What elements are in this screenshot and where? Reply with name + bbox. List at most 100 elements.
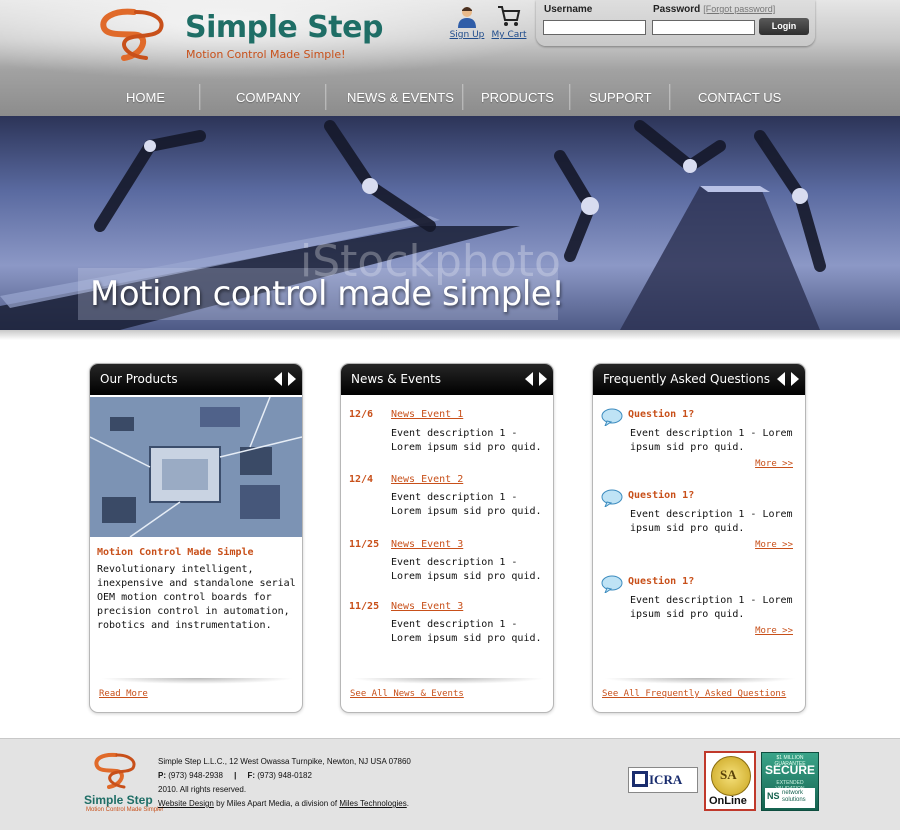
sa-seal-letters: SA: [720, 767, 737, 782]
secure-badge-title: SECURE: [765, 763, 816, 777]
username-label: Username: [544, 4, 593, 15]
nav-item-contact-us[interactable]: CONTACT US: [698, 90, 781, 105]
footer-logo-swirl-icon[interactable]: [90, 751, 142, 791]
faq-box: Frequently Asked Questions Question 1? E…: [592, 363, 806, 713]
ns-logo-text: network solutions: [782, 790, 806, 804]
credits-period: .: [406, 799, 409, 808]
username-input[interactable]: [543, 20, 646, 35]
products-box: Our Products Motion Control Made Simple …: [89, 363, 303, 713]
logo-tagline: Motion Control Made Simple!: [186, 48, 346, 61]
nav-item-home[interactable]: HOME: [126, 90, 165, 105]
news-box-header: News & Events: [341, 364, 553, 395]
faq-more-link[interactable]: More >>: [755, 540, 793, 550]
icra-mark-icon: [632, 771, 648, 787]
fax-label: F:: [247, 771, 256, 780]
news-date: 12/4: [349, 474, 374, 485]
icra-badge[interactable]: ICRA: [628, 767, 698, 793]
arrow-right-icon[interactable]: [791, 372, 799, 386]
sign-up-link[interactable]: Sign Up: [447, 4, 487, 40]
secure-badge[interactable]: $1 MILLION GUARANTEE SECURE EXTENDED VAL…: [761, 752, 819, 811]
miles-technologies-link[interactable]: Miles Technologies: [339, 799, 406, 808]
faq-box-header: Frequently Asked Questions: [593, 364, 805, 395]
ns-text-solutions: solutions: [782, 797, 806, 803]
user-icon: [458, 7, 476, 28]
sign-up-label[interactable]: Sign Up: [447, 30, 487, 40]
footer-address: Simple Step L.L.C., 12 West Owassa Turnp…: [158, 757, 411, 766]
faq-question-link[interactable]: Question 1?: [628, 409, 694, 420]
news-title-link[interactable]: News Event 3: [391, 539, 463, 550]
footer-logo-tagline: Motion Control Made Simple!: [86, 807, 164, 813]
icra-badge-text: ICRA: [649, 772, 683, 787]
nav-item-company[interactable]: COMPANY: [236, 90, 301, 105]
news-date: 12/6: [349, 409, 374, 420]
sa-seal-icon: SA: [711, 756, 751, 796]
faq-question-link[interactable]: Question 1?: [628, 490, 694, 501]
nav-item-news-events[interactable]: NEWS & EVENTS: [347, 90, 454, 105]
fax-number: (973) 948-0182: [257, 771, 312, 780]
faq-description: Event description 1 - Lorem ipsum sid pr…: [630, 428, 793, 453]
speech-bubble-icon: [601, 575, 623, 593]
news-box: News & Events 12/6 News Event 1 Event de…: [340, 363, 554, 713]
faq-question-link[interactable]: Question 1?: [628, 576, 694, 587]
arrow-left-icon[interactable]: [274, 372, 282, 386]
nav-item-support[interactable]: SUPPORT: [589, 90, 652, 105]
footer-credits: Website Design by Miles Apart Media, a d…: [158, 799, 409, 808]
nav-separator: [462, 84, 464, 110]
phone-label: P:: [158, 771, 166, 780]
login-panel: Username Password [Forgot password] Login: [536, 0, 815, 46]
nav-separator: [669, 84, 671, 110]
news-description: Event description 1 - Lorem ipsum sid pr…: [391, 557, 542, 582]
password-input[interactable]: [652, 20, 755, 35]
news-date: 11/25: [349, 601, 380, 612]
contact-separator: |: [234, 771, 237, 780]
design-by-text: by Miles Apart Media, a division of: [216, 799, 338, 808]
news-title-link[interactable]: News Event 3: [391, 601, 463, 612]
news-date: 11/25: [349, 539, 380, 550]
footer-contact: P: (973) 948-2938 | F: (973) 948-0182: [158, 771, 312, 780]
phone-number: (973) 948-2938: [168, 771, 223, 780]
box-divider: [351, 678, 545, 684]
website-design-link[interactable]: Website Design: [158, 799, 214, 808]
arrow-left-icon[interactable]: [777, 372, 785, 386]
speech-bubble-icon: [601, 408, 623, 426]
circuit-board-image: [90, 397, 302, 537]
site-footer: Simple Step Motion Control Made Simple! …: [0, 738, 900, 830]
forgot-password-link[interactable]: [Forgot password]: [703, 4, 775, 14]
arrow-right-icon[interactable]: [288, 372, 296, 386]
hero-shadow: [0, 330, 900, 340]
news-description: Event description 1 - Lorem ipsum sid pr…: [391, 428, 542, 453]
network-solutions-logo: NS network solutions: [765, 788, 815, 808]
my-cart-link[interactable]: My Cart: [489, 4, 529, 40]
news-title-link[interactable]: News Event 1: [391, 409, 463, 420]
nav-item-products[interactable]: PRODUCTS: [481, 90, 554, 105]
nav-separator: [199, 84, 201, 110]
read-more-link[interactable]: Read More: [99, 689, 148, 699]
ns-text-network: network: [782, 790, 804, 796]
news-title-link[interactable]: News Event 2: [391, 474, 463, 485]
news-description: Event description 1 - Lorem ipsum sid pr…: [391, 492, 542, 517]
see-all-faq-link[interactable]: See All Frequently Asked Questions: [602, 689, 786, 699]
sa-online-badge[interactable]: SA OnLine: [704, 751, 756, 811]
login-button[interactable]: Login: [759, 18, 809, 35]
footer-logo-name: Simple Step: [84, 793, 153, 807]
hero-headline: Motion control made simple!: [90, 274, 565, 314]
password-label-wrap: Password [Forgot password]: [653, 4, 775, 15]
see-all-news-link[interactable]: See All News & Events: [350, 689, 464, 699]
logo-swirl-icon[interactable]: [94, 6, 174, 64]
ns-logo-mark: NS: [767, 791, 780, 801]
news-box-title: News & Events: [351, 372, 442, 386]
arrow-right-icon[interactable]: [539, 372, 547, 386]
faq-more-link[interactable]: More >>: [755, 626, 793, 636]
products-box-title: Our Products: [100, 372, 178, 386]
footer-copyright: 2010. All rights reserved.: [158, 785, 247, 794]
logo-name[interactable]: Simple Step: [185, 10, 383, 45]
arrow-left-icon[interactable]: [525, 372, 533, 386]
faq-box-title: Frequently Asked Questions: [603, 372, 770, 386]
product-title[interactable]: Motion Control Made Simple: [97, 547, 254, 558]
site-header: Simple Step Motion Control Made Simple! …: [0, 0, 900, 116]
hero-banner: iStockphoto Motion control made simple!: [0, 116, 900, 330]
news-description: Event description 1 - Lorem ipsum sid pr…: [391, 619, 542, 644]
faq-more-link[interactable]: More >>: [755, 459, 793, 469]
nav-separator: [325, 84, 327, 110]
my-cart-label[interactable]: My Cart: [489, 30, 529, 40]
